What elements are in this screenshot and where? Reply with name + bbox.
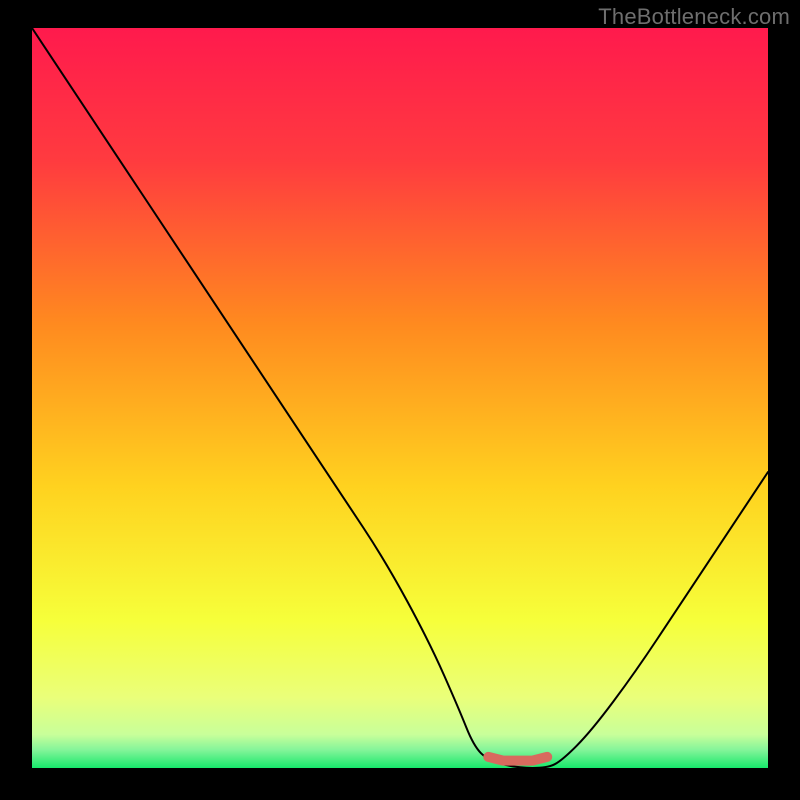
optimal-range-path	[488, 757, 547, 761]
bottleneck-curve	[32, 28, 768, 768]
plot-area	[32, 28, 768, 768]
curve-layer	[32, 28, 768, 768]
optimal-range-marker	[488, 757, 547, 761]
chart-frame: TheBottleneck.com	[0, 0, 800, 800]
watermark-text: TheBottleneck.com	[598, 4, 790, 30]
